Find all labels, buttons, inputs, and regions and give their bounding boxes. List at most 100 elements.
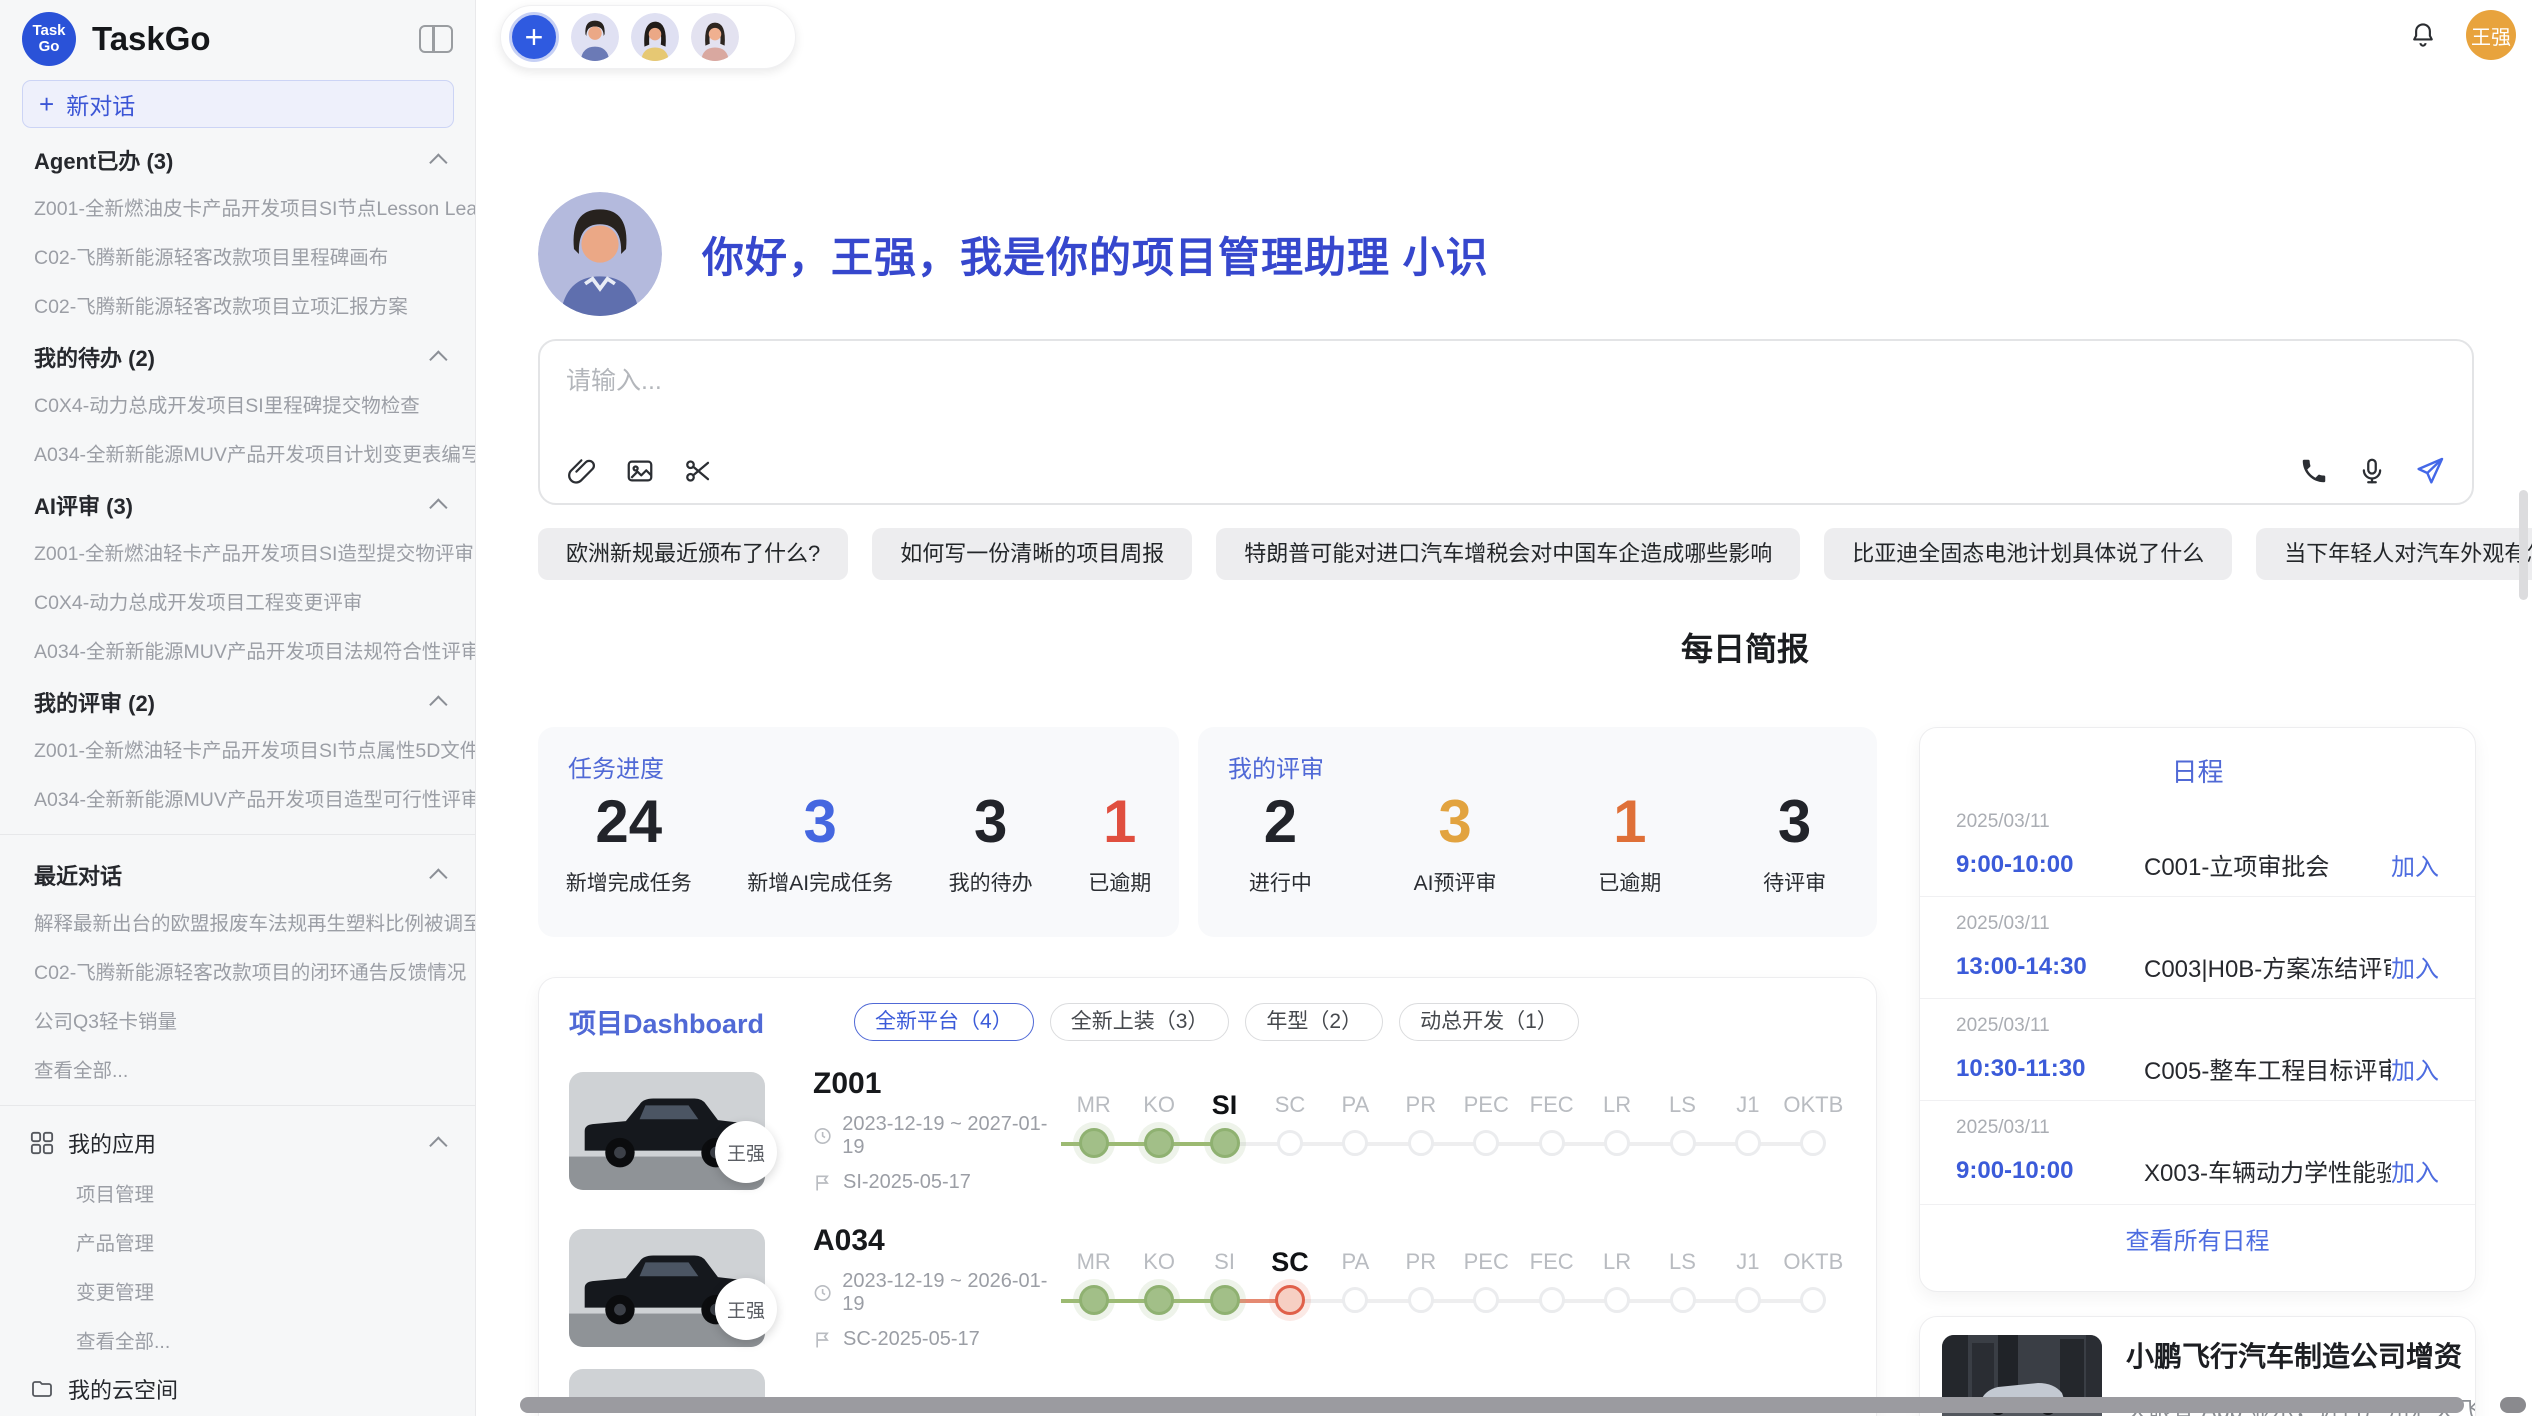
- sidebar-item[interactable]: Z001-全新燃油轻卡产品开发项目SI造型提交物评审: [0, 527, 475, 576]
- dashboard-title: 项目Dashboard: [569, 1002, 764, 1041]
- milestone[interactable]: PR: [1388, 1245, 1453, 1323]
- attach-file-icon[interactable]: [564, 453, 600, 489]
- milestone[interactable]: PEC: [1454, 1088, 1519, 1166]
- milestone-dot-area: [1388, 1122, 1453, 1166]
- milestone[interactable]: LR: [1584, 1088, 1649, 1166]
- sidebar-group-header[interactable]: 我的待办 (2): [0, 329, 475, 379]
- chevron-up-icon[interactable]: [429, 1136, 447, 1154]
- milestone[interactable]: KO: [1126, 1245, 1191, 1323]
- milestone[interactable]: PR: [1388, 1088, 1453, 1166]
- suggestion-chip[interactable]: 特朗普可能对进口汽车增税会对中国车企造成哪些影响: [1216, 528, 1800, 580]
- notification-bell-icon[interactable]: [2408, 20, 2438, 50]
- sidebar-group-header[interactable]: 我的评审 (2): [0, 674, 475, 724]
- vertical-scrollbar[interactable]: [2519, 490, 2528, 600]
- milestone[interactable]: FEC: [1519, 1088, 1584, 1166]
- milestone[interactable]: J1: [1715, 1088, 1780, 1166]
- chat-input[interactable]: [566, 359, 2166, 403]
- send-icon[interactable]: [2412, 453, 2448, 489]
- suggestion-chips: 欧洲新规最近颁布了什么? 如何写一份清晰的项目周报特朗普可能对进口汽车增税会对中国…: [538, 528, 2532, 580]
- schedule-name: C005-整车工程目标评审: [2144, 1051, 2391, 1086]
- news-title: 小鹏飞行汽车制造公司增资: [2126, 1335, 2476, 1375]
- milestone[interactable]: PA: [1323, 1245, 1388, 1323]
- milestone[interactable]: SI: [1192, 1088, 1257, 1166]
- dashboard-tab[interactable]: 全新上装（3）: [1050, 1003, 1230, 1041]
- clock-icon: [813, 1283, 832, 1303]
- session-avatar[interactable]: [631, 13, 679, 61]
- user-avatar[interactable]: 王强: [2466, 10, 2516, 60]
- suggestion-chip[interactable]: 当下年轻人对汽车外观有怎样的喜好趋势: [2256, 528, 2532, 580]
- recent-chat-item[interactable]: 公司Q3轻卡销量: [0, 995, 475, 1044]
- phone-call-icon[interactable]: [2296, 453, 2332, 489]
- sidebar-item[interactable]: C0X4-动力总成开发项目工程变更评审: [0, 576, 475, 625]
- input-attachments: [564, 453, 716, 489]
- dashboard-tab[interactable]: 动总开发（1）: [1399, 1003, 1579, 1041]
- suggestion-chip[interactable]: 如何写一份清晰的项目周报: [872, 528, 1192, 580]
- sidebar-group-header[interactable]: Agent已办 (3): [0, 132, 475, 182]
- stat-label: 已逾期: [1088, 867, 1151, 897]
- milestone[interactable]: OKTB: [1781, 1245, 1846, 1323]
- sidebar-item[interactable]: A034-全新新能源MUV产品开发项目法规符合性评审: [0, 625, 475, 674]
- join-link[interactable]: 加入: [2391, 1051, 2439, 1086]
- suggestion-chip[interactable]: 比亚迪全固态电池计划具体说了什么: [1824, 528, 2232, 580]
- scissors-icon[interactable]: [680, 453, 716, 489]
- milestone[interactable]: SC: [1257, 1245, 1322, 1323]
- milestone[interactable]: SC: [1257, 1088, 1322, 1166]
- schedule-row: 10:30-11:30C005-整车工程目标评审加入: [1956, 1051, 2439, 1086]
- milestone-dot-area: [1650, 1279, 1715, 1323]
- sidebar-group-header[interactable]: AI评审 (3): [0, 477, 475, 527]
- milestone[interactable]: PEC: [1454, 1245, 1519, 1323]
- sidebar-item[interactable]: C02-飞腾新能源轻客改款项目里程碑画布: [0, 231, 475, 280]
- milestone[interactable]: LS: [1650, 1088, 1715, 1166]
- milestone[interactable]: FEC: [1519, 1245, 1584, 1323]
- session-avatar[interactable]: [571, 13, 619, 61]
- sidebar-item-cloud-space[interactable]: 我的云空间: [0, 1364, 475, 1414]
- sidebar-item[interactable]: A034-全新新能源MUV产品开发项目造型可行性评审: [0, 773, 475, 822]
- sidebar-item[interactable]: C0X4-动力总成开发项目SI里程碑提交物检查: [0, 379, 475, 428]
- milestone[interactable]: KO: [1126, 1088, 1191, 1166]
- horizontal-scrollbar-end[interactable]: [2500, 1397, 2526, 1413]
- project-name: Z001: [813, 1067, 1061, 1101]
- schedule-card: 日程 2025/03/119:00-10:00C001-立项审批会加入2025/…: [1919, 727, 2476, 1292]
- join-link[interactable]: 加入: [2391, 847, 2439, 882]
- join-link[interactable]: 加入: [2391, 949, 2439, 984]
- recent-chats-header[interactable]: 最近对话: [0, 847, 475, 897]
- recent-chat-item[interactable]: C02-飞腾新能源轻客改款项目的闭环通告反馈情况: [0, 946, 475, 995]
- sidebar-item[interactable]: A034-全新新能源MUV产品开发项目计划变更表编写: [0, 428, 475, 477]
- milestone[interactable]: OKTB: [1781, 1088, 1846, 1166]
- milestone[interactable]: MR: [1061, 1088, 1126, 1166]
- sidebar-item[interactable]: C02-飞腾新能源轻客改款项目立项汇报方案: [0, 280, 475, 329]
- dashboard-tab[interactable]: 全新平台（4）: [854, 1003, 1034, 1041]
- microphone-icon[interactable]: [2354, 453, 2390, 489]
- milestone[interactable]: SI: [1192, 1245, 1257, 1323]
- view-all-schedule-link[interactable]: 查看所有日程: [1920, 1204, 2475, 1272]
- app-sub-item[interactable]: 查看全部...: [0, 1315, 475, 1364]
- briefing-stat: 3新增AI完成任务: [747, 789, 893, 897]
- sidebar-collapse-icon[interactable]: [419, 25, 453, 53]
- milestone[interactable]: PA: [1323, 1088, 1388, 1166]
- sidebar-item[interactable]: Z001-全新燃油皮卡产品开发项目SI节点Lesson Learn报告: [0, 182, 475, 231]
- recent-chat-item[interactable]: 解释最新出台的欧盟报废车法规再生塑料比例被调至15%...: [0, 897, 475, 946]
- join-link[interactable]: 加入: [2391, 1153, 2439, 1188]
- attach-image-icon[interactable]: [622, 453, 658, 489]
- app-sub-item[interactable]: 项目管理: [0, 1168, 475, 1217]
- sidebar-item-my-apps[interactable]: 我的应用: [0, 1118, 475, 1168]
- stat-label: 新增完成任务: [566, 867, 692, 897]
- new-chat-button[interactable]: + 新对话: [22, 80, 454, 128]
- horizontal-scrollbar[interactable]: [520, 1397, 2464, 1413]
- milestone-label: MR: [1061, 1088, 1126, 1122]
- session-avatar[interactable]: [691, 13, 739, 61]
- app-sub-item[interactable]: 变更管理: [0, 1266, 475, 1315]
- new-session-button[interactable]: +: [509, 12, 559, 62]
- milestone[interactable]: J1: [1715, 1245, 1780, 1323]
- sidebar-item[interactable]: Z001-全新燃油轻卡产品开发项目SI节点属性5D文件评审: [0, 724, 475, 773]
- milestone-dot: [1275, 1285, 1305, 1315]
- milestone[interactable]: LR: [1584, 1245, 1649, 1323]
- app-sub-item[interactable]: 产品管理: [0, 1217, 475, 1266]
- suggestion-chip[interactable]: 欧洲新规最近颁布了什么?: [538, 528, 848, 580]
- milestone[interactable]: LS: [1650, 1245, 1715, 1323]
- milestone[interactable]: MR: [1061, 1245, 1126, 1323]
- dashboard-tab[interactable]: 年型（2）: [1245, 1003, 1383, 1041]
- milestone-label: LR: [1584, 1088, 1649, 1122]
- recent-view-all[interactable]: 查看全部...: [0, 1044, 475, 1093]
- app-root: Task Go TaskGo + 新对话 Agent已办 (3)Z001-全新燃…: [0, 0, 2532, 1416]
